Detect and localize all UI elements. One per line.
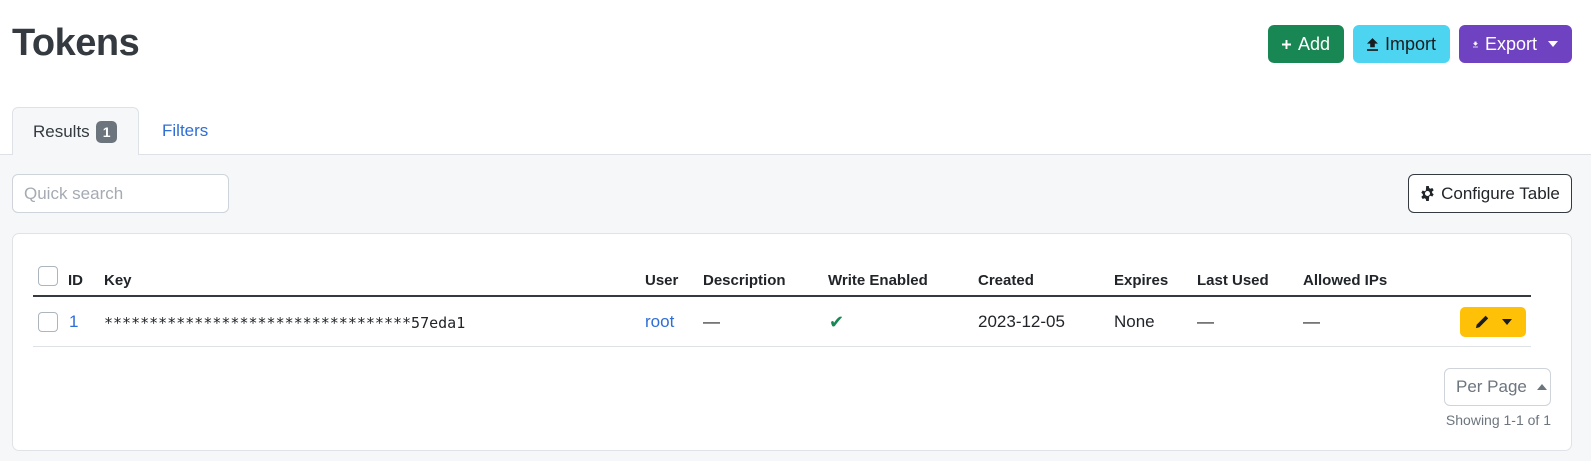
token-allowed-ips: — — [1303, 312, 1320, 331]
per-page-dropdown[interactable]: Per Page — [1444, 368, 1551, 406]
download-icon — [1473, 41, 1478, 47]
select-all-checkbox[interactable] — [38, 266, 58, 286]
tab-results[interactable]: Results 1 — [12, 107, 139, 156]
quick-search-input[interactable] — [12, 174, 229, 213]
page-actions: Add Import Export — [1268, 25, 1572, 63]
column-header-allowed-ips[interactable]: Allowed IPs — [1303, 272, 1387, 289]
column-header-user[interactable]: User — [645, 272, 678, 289]
configure-table-label: Configure Table — [1441, 183, 1560, 203]
token-expires: None — [1114, 312, 1155, 331]
add-button[interactable]: Add — [1268, 25, 1344, 63]
table-header: ID Key User Description Write Enabled Cr… — [33, 261, 1531, 297]
tab-results-label: Results — [33, 121, 90, 141]
export-button[interactable]: Export — [1459, 25, 1572, 63]
token-id-link[interactable]: 1 — [69, 312, 78, 332]
results-card: ID Key User Description Write Enabled Cr… — [12, 233, 1572, 451]
configure-table-button[interactable]: Configure Table — [1408, 174, 1572, 213]
column-header-last-used[interactable]: Last Used — [1197, 272, 1269, 289]
column-header-key[interactable]: Key — [104, 272, 132, 289]
gear-icon — [1421, 186, 1434, 201]
token-user-link[interactable]: root — [645, 312, 674, 332]
row-select-checkbox[interactable] — [38, 312, 58, 332]
column-header-write-enabled[interactable]: Write Enabled — [828, 272, 928, 289]
token-last-used: — — [1197, 312, 1214, 331]
column-header-id[interactable]: ID — [68, 272, 83, 289]
row-edit-button-group[interactable] — [1460, 307, 1526, 337]
token-created: 2023-12-05 — [978, 312, 1065, 331]
page-title: Tokens — [12, 22, 140, 64]
plus-icon — [1282, 39, 1291, 49]
checkmark-icon: ✔ — [829, 312, 845, 332]
column-header-description[interactable]: Description — [703, 272, 786, 289]
upload-icon — [1367, 37, 1378, 51]
export-button-label: Export — [1484, 33, 1537, 54]
pagination-summary: Showing 1-1 of 1 — [1445, 412, 1551, 428]
tabs-bar: Results 1 Filters — [0, 107, 1591, 156]
results-count-badge: 1 — [95, 120, 118, 143]
token-key: **********************************57eda1 — [104, 314, 466, 332]
chevron-up-icon — [1536, 384, 1547, 390]
import-button-label: Import — [1384, 33, 1436, 54]
table-row: 1 **********************************57ed… — [33, 297, 1531, 347]
column-header-expires[interactable]: Expires — [1114, 272, 1168, 289]
tab-filters[interactable]: Filters — [162, 107, 208, 155]
chevron-down-icon[interactable] — [1501, 319, 1512, 325]
import-button[interactable]: Import — [1353, 25, 1450, 63]
tokens-table: ID Key User Description Write Enabled Cr… — [33, 261, 1531, 347]
token-description: — — [703, 312, 720, 331]
chevron-down-icon — [1548, 41, 1558, 47]
column-header-created[interactable]: Created — [978, 272, 1034, 289]
per-page-label: Per Page — [1456, 377, 1527, 396]
pencil-icon[interactable] — [1475, 315, 1489, 329]
results-panel: Configure Table ID Key User Description … — [0, 155, 1591, 461]
add-button-label: Add — [1297, 33, 1330, 54]
